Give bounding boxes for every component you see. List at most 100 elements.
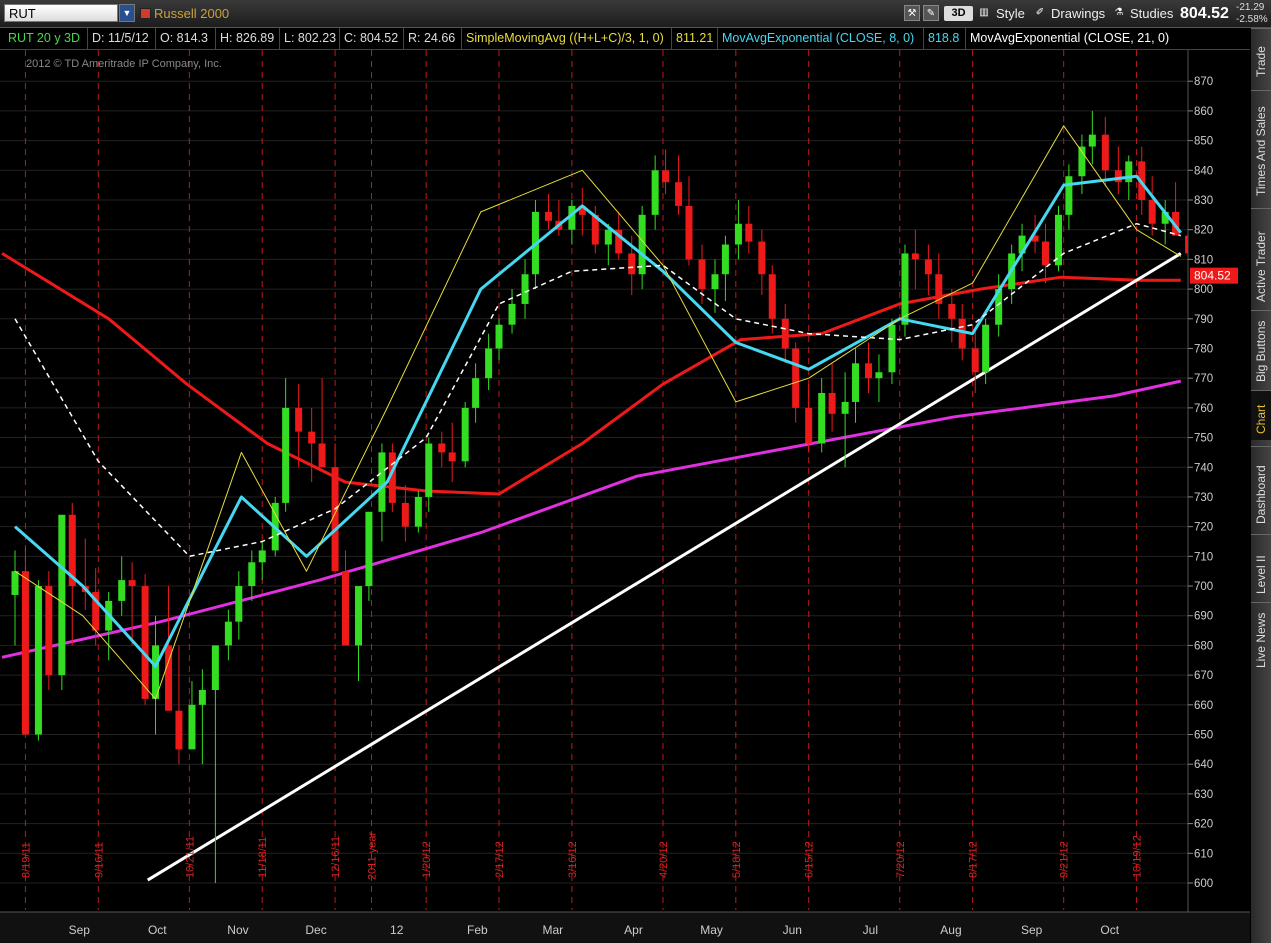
tab-trade[interactable]: Trade	[1251, 28, 1271, 83]
candle-body	[34, 586, 42, 735]
candle-body	[485, 348, 493, 379]
ema21-study-label[interactable]: MovAvgExponential (CLOSE, 21, 0)	[966, 28, 1188, 49]
time-axis: 8/19/11 9/16/11 10/21/11 11/18/11 12/16/11 20…	[0, 832, 1250, 943]
price-tick-label: 800	[1194, 284, 1213, 296]
toolbar: RUT ▼ Russell 2000 ⚒ ✎ 3D ▥ Style ✐ Draw…	[0, 0, 1271, 28]
candle-body	[355, 586, 363, 646]
candle-body	[651, 170, 659, 215]
candle-body	[1114, 170, 1122, 183]
month-label: Aug	[940, 923, 961, 937]
trendline-segment	[146, 252, 1182, 882]
candle-body	[792, 348, 800, 408]
candle-body	[911, 253, 919, 260]
date-label: 2011 year	[367, 832, 379, 880]
price-tick-label: 750	[1194, 433, 1213, 445]
ema8-study-label[interactable]: MovAvgExponential (CLOSE, 8, 0)	[718, 28, 924, 49]
price-tick-label: 760	[1194, 403, 1213, 415]
date-label: 11/18/11	[257, 837, 269, 878]
price-tick-label: 830	[1194, 195, 1213, 207]
drawing-tools-icon[interactable]: ⚒	[904, 5, 920, 21]
month-label: Dec	[305, 923, 326, 937]
candle-body	[495, 324, 503, 349]
candle-body	[461, 407, 469, 462]
candle-body	[734, 223, 742, 245]
candle-body	[711, 274, 719, 290]
candle-body	[888, 324, 896, 373]
candle-body	[781, 318, 789, 349]
candle-body	[58, 514, 66, 676]
price-tick-label: 610	[1194, 848, 1213, 860]
price-tick-label: 780	[1194, 343, 1213, 355]
last-price: 804.52	[1180, 5, 1229, 22]
date-label: 1/20/12	[421, 841, 433, 878]
date-label: 10/21/11	[184, 836, 196, 878]
candle-body	[958, 318, 966, 349]
month-label: Jun	[783, 923, 802, 937]
studies-menu[interactable]: Studies	[1130, 5, 1173, 22]
price-tick-label: 700	[1194, 581, 1213, 593]
candle-body	[438, 443, 446, 453]
price-chart[interactable]: 600 610 620 630 640 650 660 670 680 690 700 710 720 7…	[0, 50, 1250, 943]
month-label: Feb	[467, 923, 488, 937]
tab-level-ii[interactable]: Level II	[1251, 534, 1271, 600]
date-label: 6/15/12	[804, 841, 816, 878]
candle-body	[1054, 214, 1062, 266]
month-label: Sep	[1021, 923, 1043, 937]
candle-body	[21, 571, 29, 735]
tab-dashboard[interactable]: Dashboard	[1251, 446, 1271, 530]
last-price-tag: 804.52	[1194, 269, 1231, 283]
drawings-menu[interactable]: Drawings	[1051, 5, 1105, 22]
date-label: 10/19/12	[1132, 835, 1144, 878]
tab-active-trader[interactable]: Active Trader	[1251, 208, 1271, 308]
tab-times-and-sales[interactable]: Times And Sales	[1251, 90, 1271, 202]
candle-body	[508, 303, 516, 325]
price-tick-label: 790	[1194, 314, 1213, 326]
price-tick-label: 820	[1194, 225, 1213, 237]
trendline[interactable]	[146, 252, 1182, 882]
candle-body	[401, 502, 409, 527]
candle-body	[841, 401, 849, 414]
3d-button[interactable]: 3D	[944, 6, 973, 21]
symbol-dropdown-icon[interactable]: ▼	[119, 4, 135, 22]
month-label: Jul	[863, 923, 878, 937]
side-tab-strip: Trade Times And Sales Active Trader Big …	[1251, 28, 1271, 943]
candle-body	[448, 452, 456, 462]
tab-live-news[interactable]: Live News	[1251, 602, 1271, 674]
candle-body	[211, 645, 219, 690]
candle-body	[425, 443, 433, 497]
info-symbol-period[interactable]: RUT 20 y 3D	[4, 28, 88, 49]
candle-body	[818, 393, 826, 444]
style-menu[interactable]: Style	[996, 5, 1025, 22]
date-label: 2/17/12	[494, 841, 506, 878]
sma-study-label[interactable]: SimpleMovingAvg ((H+L+C)/3, 1, 0)	[462, 28, 672, 49]
price-tick-label: 810	[1194, 254, 1213, 266]
price-tick-label: 710	[1194, 551, 1213, 563]
candle-body	[521, 274, 529, 304]
date-label: 3/16/12	[567, 841, 579, 878]
tab-big-buttons[interactable]: Big Buttons	[1251, 310, 1271, 388]
price-tick-label: 680	[1194, 640, 1213, 652]
price-tick-label: 650	[1194, 730, 1213, 742]
net-change: -21.29	[1236, 2, 1265, 13]
date-label: 8/17/12	[968, 841, 980, 878]
candle-body	[188, 704, 196, 750]
date-label: 5/18/12	[731, 841, 743, 878]
flask-icon: ⚗	[1114, 7, 1124, 18]
candle-body	[341, 571, 349, 646]
month-label: Sep	[69, 923, 91, 937]
month-label: Apr	[624, 923, 643, 937]
candle-body	[175, 710, 183, 750]
price-tick-label: 670	[1194, 670, 1213, 682]
price-tick-label: 640	[1194, 759, 1213, 771]
candle-body	[472, 378, 480, 408]
candle-body	[745, 223, 753, 242]
percent-change: -2.58%	[1236, 14, 1268, 25]
price-tick-label: 660	[1194, 700, 1213, 712]
candle-body	[768, 274, 776, 319]
symbol-input[interactable]: RUT	[4, 4, 118, 22]
wrench-icon[interactable]: ✎	[923, 5, 939, 21]
link-color-icon[interactable]	[140, 8, 151, 19]
grid-lines	[0, 50, 1188, 910]
month-label: May	[700, 923, 723, 937]
tab-chart[interactable]: Chart	[1251, 390, 1271, 440]
